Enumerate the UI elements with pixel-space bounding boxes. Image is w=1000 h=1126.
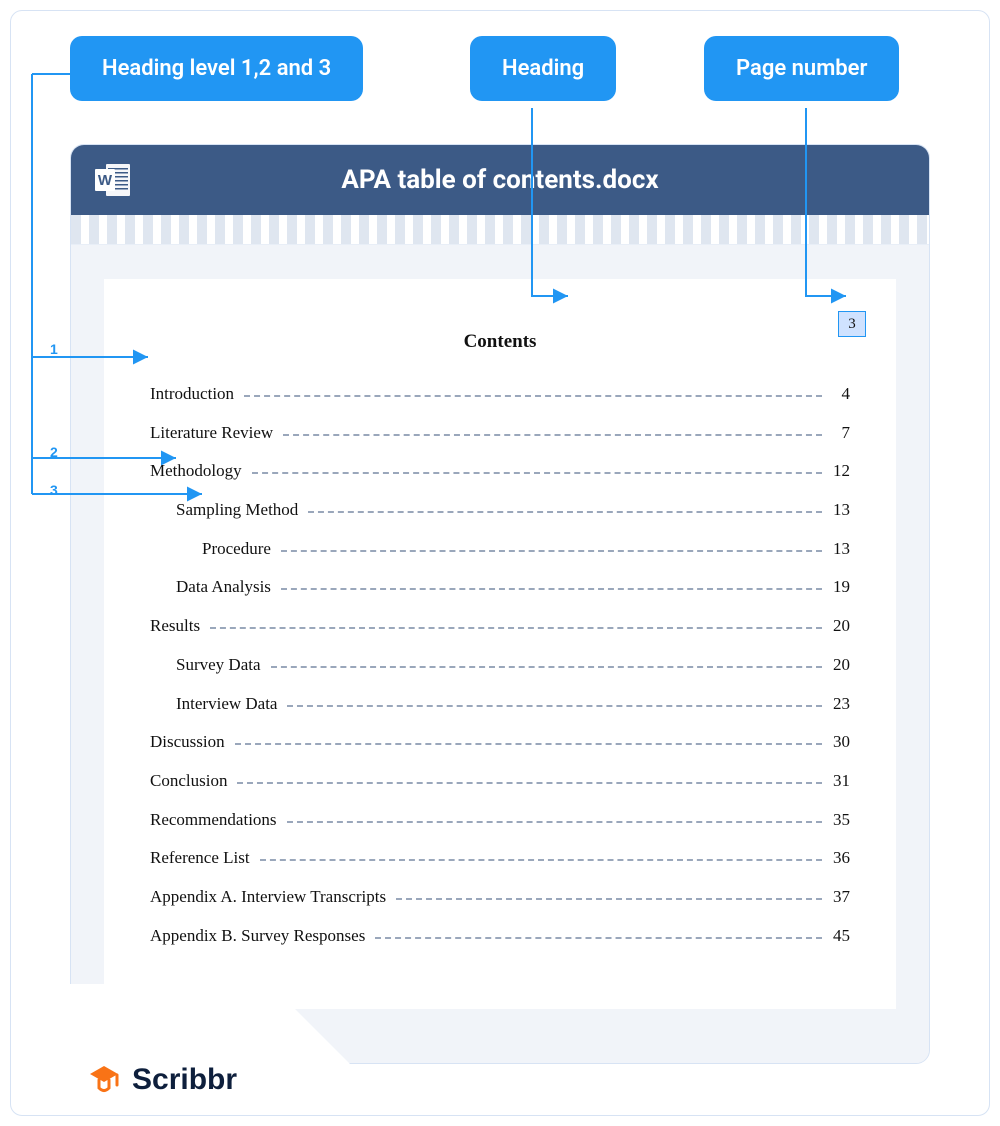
- toc-entry-label: Appendix B. Survey Responses: [150, 927, 371, 946]
- toc-entry-page: 37: [826, 888, 850, 907]
- toc-leader-dots: [260, 859, 822, 861]
- toc-row: Appendix B. Survey Responses 45: [150, 927, 850, 946]
- toc-leader-dots: [281, 588, 822, 590]
- document-filename: APA table of contents.docx: [341, 165, 658, 195]
- toc-entry-page: 35: [826, 811, 850, 830]
- toc-entry-page: 30: [826, 733, 850, 752]
- toc-entry-page: 19: [826, 578, 850, 597]
- toc-row: Survey Data 20: [150, 656, 850, 675]
- toc-entry-label: Introduction: [150, 385, 240, 404]
- toc-entry-page: 13: [826, 540, 850, 559]
- callout-page-number: Page number: [704, 36, 899, 101]
- toc-row: Results 20: [150, 617, 850, 636]
- brand: Scribbr: [86, 1060, 237, 1100]
- toc-row: Appendix A. Interview Transcripts 37: [150, 888, 850, 907]
- toc-row: Recommendations 35: [150, 811, 850, 830]
- callout-heading-levels: Heading level 1,2 and 3: [70, 36, 363, 101]
- toc-leader-dots: [287, 821, 822, 823]
- toc-row: Procedure 13: [150, 540, 850, 559]
- toc-entry-page: 45: [826, 927, 850, 946]
- toc-entry-page: 13: [826, 501, 850, 520]
- toc-row: Reference List 36: [150, 849, 850, 868]
- toc-entry-label: Conclusion: [150, 772, 233, 791]
- toc-leader-dots: [252, 472, 822, 474]
- toc-row: Literature Review 7: [150, 424, 850, 443]
- toc-leader-dots: [283, 434, 822, 436]
- toc-entry-page: 31: [826, 772, 850, 791]
- toc-leader-dots: [210, 627, 822, 629]
- toc-leader-dots: [235, 743, 822, 745]
- toc-row: Discussion 30: [150, 733, 850, 752]
- toc-entry-page: 12: [826, 462, 850, 481]
- toc-row: Introduction 4: [150, 385, 850, 404]
- callout-heading: Heading: [470, 36, 616, 101]
- toc-row: Interview Data 23: [150, 695, 850, 714]
- toc-entry-label: Recommendations: [150, 811, 283, 830]
- page-fold: [70, 984, 270, 1064]
- contents-title: Contents: [150, 331, 850, 353]
- toc-row: Conclusion 31: [150, 772, 850, 791]
- toc-row: Sampling Method 13: [150, 501, 850, 520]
- titlebar: W APA table of contents.docx: [71, 145, 929, 215]
- toc-entry-label: Data Analysis: [176, 578, 277, 597]
- toc-row: Methodology 12: [150, 462, 850, 481]
- toc-entry-page: 23: [826, 695, 850, 714]
- toc-leader-dots: [271, 666, 822, 668]
- toc-entry-label: Sampling Method: [176, 501, 304, 520]
- word-icon: W: [93, 160, 133, 200]
- page-number-box: 3: [838, 311, 866, 337]
- toc-entry-page: 7: [826, 424, 850, 443]
- document-area: 3 Contents Introduction 4 Literature Revie…: [71, 245, 929, 1063]
- toc-entry-label: Interview Data: [176, 695, 283, 714]
- svg-text:W: W: [98, 172, 113, 189]
- toc-leader-dots: [244, 395, 822, 397]
- toc-entry-label: Methodology: [150, 462, 248, 481]
- toc-entry-label: Appendix A. Interview Transcripts: [150, 888, 392, 907]
- toc-entry-label: Results: [150, 617, 206, 636]
- brand-name: Scribbr: [132, 1063, 237, 1097]
- ruler: [71, 215, 929, 245]
- toc-entry-label: Survey Data: [176, 656, 267, 675]
- level-marker-1: 1: [50, 341, 58, 357]
- toc-entry-label: Procedure: [202, 540, 277, 559]
- document-window: W APA table of contents.docx 3 Contents …: [70, 144, 930, 1064]
- toc-entry-label: Discussion: [150, 733, 231, 752]
- toc-leader-dots: [396, 898, 822, 900]
- scribbr-logo-icon: [86, 1060, 122, 1100]
- toc-entry-page: 4: [826, 385, 850, 404]
- toc-entry-page: 36: [826, 849, 850, 868]
- level-marker-3: 3: [50, 482, 58, 498]
- toc-row: Data Analysis 19: [150, 578, 850, 597]
- toc-entry-page: 20: [826, 656, 850, 675]
- toc-leader-dots: [375, 937, 822, 939]
- level-marker-2: 2: [50, 444, 58, 460]
- toc-list: Introduction 4 Literature Review 7 Methodolo…: [150, 385, 850, 945]
- toc-leader-dots: [237, 782, 822, 784]
- toc-entry-page: 20: [826, 617, 850, 636]
- toc-entry-label: Literature Review: [150, 424, 279, 443]
- toc-leader-dots: [308, 511, 822, 513]
- page: 3 Contents Introduction 4 Literature Revie…: [104, 279, 896, 1009]
- toc-leader-dots: [287, 705, 822, 707]
- toc-entry-label: Reference List: [150, 849, 256, 868]
- toc-leader-dots: [281, 550, 822, 552]
